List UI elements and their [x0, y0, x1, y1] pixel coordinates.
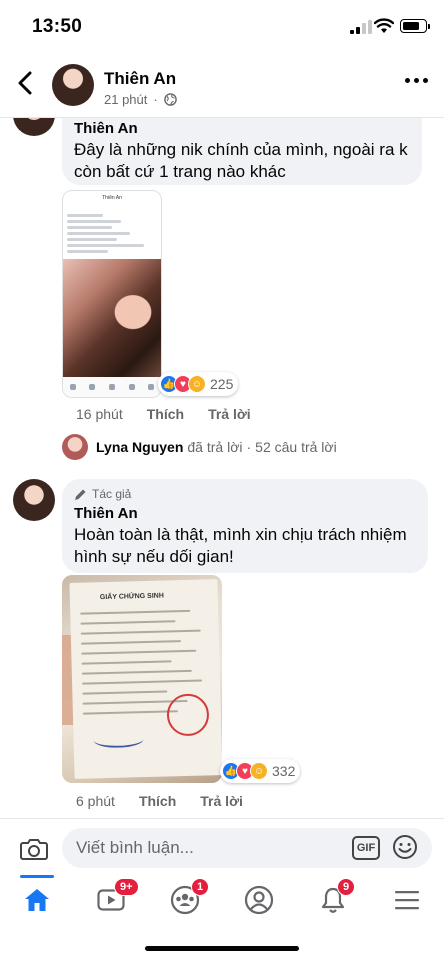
- comment-author[interactable]: Thiên An: [74, 505, 416, 522]
- comment-time: 16 phút: [76, 406, 123, 422]
- nav-video[interactable]: 9+: [91, 878, 139, 916]
- profile-icon: [244, 885, 274, 915]
- comment-bubble: Thiên An Đây là những nik chính của mình…: [62, 113, 422, 185]
- reaction-summary[interactable]: 👍 ♥ ☺ 225: [158, 372, 239, 396]
- cellular-signal-icon: [350, 20, 372, 34]
- comment-composer: GIF: [0, 818, 444, 876]
- pencil-icon: [75, 489, 86, 500]
- like-button[interactable]: Thích: [139, 793, 176, 809]
- comment-screenshot-image[interactable]: Thiên An: [62, 190, 162, 398]
- author-tag-label: Tác giả: [92, 487, 132, 501]
- reaction-count: 225: [210, 376, 234, 392]
- reaction-summary[interactable]: 👍 ♥ ☺ 332: [220, 759, 301, 783]
- post-time[interactable]: 21 phút: [104, 92, 147, 107]
- gif-button[interactable]: GIF: [352, 836, 380, 860]
- red-stamp: [166, 693, 210, 737]
- signature-mark: [93, 731, 144, 749]
- nav-groups[interactable]: 1: [165, 878, 210, 916]
- globe-icon: [163, 93, 177, 106]
- reply-button[interactable]: Trả lời: [200, 793, 243, 809]
- comment-text: Đây là những nik chính của mình, ngoài r…: [74, 140, 408, 181]
- comment-input[interactable]: [76, 838, 326, 858]
- reply-button[interactable]: Trả lời: [208, 406, 251, 422]
- menu-icon: [395, 891, 419, 910]
- reply-avatar: [62, 434, 88, 460]
- groups-badge: 1: [191, 878, 210, 896]
- document-lines: [69, 579, 217, 715]
- document-title: GIẤY CHỨNG SINH: [99, 592, 164, 602]
- comment-input-field[interactable]: GIF: [62, 828, 432, 868]
- view-replies-link[interactable]: Lyna Nguyen đã trả lời · 52 câu trả lời: [62, 434, 337, 460]
- birth-certificate-image[interactable]: GIẤY CHỨNG SINH: [62, 575, 222, 783]
- home-indicator: [145, 946, 299, 951]
- status-time: 13:50: [32, 16, 83, 37]
- author-avatar[interactable]: [52, 64, 94, 106]
- nav-menu[interactable]: [387, 884, 427, 916]
- status-bar: 13:50: [0, 0, 444, 52]
- comment-author[interactable]: Thiên An: [74, 120, 410, 137]
- emoji-icon[interactable]: [392, 834, 418, 860]
- post-meta: 21 phút ·: [104, 92, 177, 107]
- nav-home[interactable]: [17, 884, 57, 916]
- reply-action: đã trả lời: [187, 439, 243, 455]
- like-button[interactable]: Thích: [147, 406, 184, 422]
- reaction-count: 332: [272, 763, 296, 779]
- notifications-badge: 9: [337, 878, 356, 896]
- camera-icon[interactable]: [20, 837, 48, 861]
- more-options-icon[interactable]: [405, 78, 428, 83]
- comment-actions: 16 phút Thích Trả lời: [76, 406, 251, 422]
- mini-nav: [63, 377, 161, 397]
- back-arrow-icon[interactable]: [14, 70, 38, 96]
- meta-dot: ·: [153, 92, 158, 107]
- battery-icon: [400, 19, 430, 33]
- profile-photo: [63, 259, 161, 377]
- active-tab-indicator: [20, 875, 54, 878]
- document-paper: GIẤY CHỨNG SINH: [69, 579, 222, 779]
- comment-avatar[interactable]: [13, 479, 55, 521]
- comment-text: Hoàn toàn là thật, mình xin chịu trách n…: [74, 525, 407, 566]
- author-badge: Tác giả: [74, 487, 416, 501]
- bottom-navigation: 9+ 1 9: [0, 875, 444, 926]
- nav-notifications[interactable]: 9: [313, 878, 356, 916]
- reply-separator: ·: [246, 439, 252, 455]
- author-name[interactable]: Thiên An: [104, 69, 176, 89]
- comment-bubble: Tác giả Thiên An Hoàn toàn là thật, mình…: [62, 479, 428, 573]
- comment-actions: 6 phút Thích Trả lời: [76, 793, 243, 809]
- nav-profile[interactable]: [239, 884, 279, 916]
- mini-header: Thiên An: [102, 195, 122, 201]
- care-reaction-icon: ☺: [250, 762, 268, 780]
- wifi-icon: [374, 18, 394, 33]
- video-badge: 9+: [114, 878, 139, 896]
- reply-count: 52 câu trả lời: [255, 439, 337, 455]
- care-reaction-icon: ☺: [188, 375, 206, 393]
- reply-author: Lyna Nguyen: [96, 439, 184, 455]
- home-icon: [25, 889, 49, 911]
- mini-text-lines: [63, 214, 161, 253]
- comment-time: 6 phút: [76, 793, 115, 809]
- post-header: Thiên An 21 phút ·: [0, 52, 444, 118]
